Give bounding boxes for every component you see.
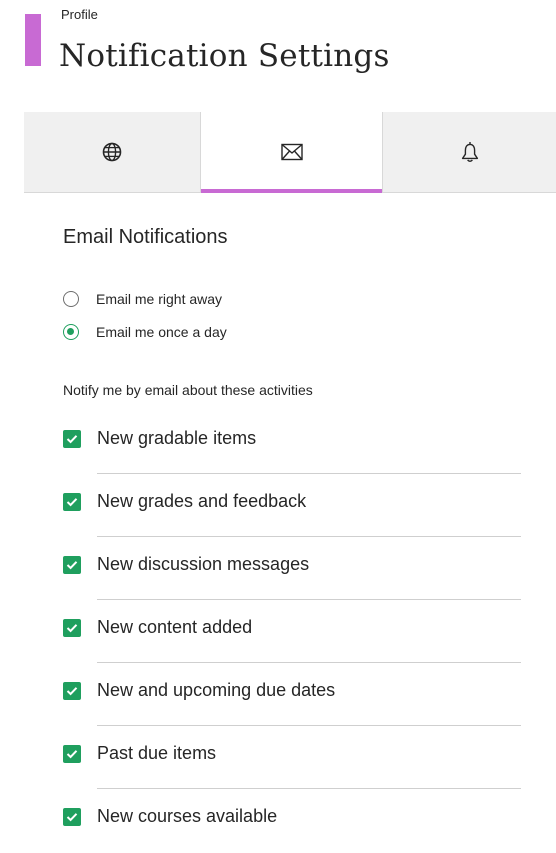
activity-item[interactable]: New and upcoming due dates bbox=[63, 664, 533, 727]
checkmark-icon bbox=[66, 812, 78, 821]
divider bbox=[97, 473, 521, 474]
tab-push-notifications[interactable] bbox=[383, 112, 556, 192]
divider bbox=[97, 662, 521, 663]
divider bbox=[97, 725, 521, 726]
active-tab-indicator bbox=[201, 189, 382, 193]
tab-email[interactable] bbox=[201, 112, 383, 193]
activity-label: New gradable items bbox=[97, 428, 257, 448]
radio-label: Email me right away bbox=[96, 291, 223, 307]
divider bbox=[97, 599, 521, 600]
radio-button-selected[interactable] bbox=[63, 324, 79, 340]
activity-label: New grades and feedback bbox=[97, 491, 307, 511]
activity-item[interactable]: New grades and feedback bbox=[63, 475, 533, 538]
checkmark-icon bbox=[66, 749, 78, 758]
envelope-icon bbox=[280, 143, 303, 161]
activity-item[interactable]: New discussion messages bbox=[63, 538, 533, 601]
page-title: Notification Settings bbox=[59, 38, 390, 74]
bell-icon bbox=[461, 141, 479, 163]
section-title: Email Notifications bbox=[63, 226, 228, 248]
activities-heading: Notify me by email about these activitie… bbox=[63, 382, 313, 398]
radio-email-right-away[interactable]: Email me right away bbox=[63, 291, 222, 307]
checkbox-checked[interactable] bbox=[63, 429, 81, 448]
activity-label: Past due items bbox=[97, 743, 217, 763]
checkbox-checked[interactable] bbox=[63, 618, 81, 637]
activity-item[interactable]: Past due items bbox=[63, 727, 533, 790]
checkbox-checked[interactable] bbox=[63, 744, 81, 763]
page-header: Profile Notification Settings bbox=[0, 0, 556, 100]
tab-general[interactable] bbox=[24, 112, 201, 192]
activity-label: New and upcoming due dates bbox=[97, 680, 336, 700]
activity-label: New content added bbox=[97, 617, 253, 637]
title-accent-bar bbox=[25, 14, 41, 66]
checkmark-icon bbox=[66, 560, 78, 569]
checkmark-icon bbox=[66, 434, 78, 443]
email-notifications-section: Email Notifications Email me right away … bbox=[63, 226, 533, 826]
checkmark-icon bbox=[66, 623, 78, 632]
checkmark-icon bbox=[66, 686, 78, 695]
activity-item[interactable]: New content added bbox=[63, 601, 533, 664]
checkbox-checked[interactable] bbox=[63, 807, 81, 826]
notification-tabs bbox=[24, 112, 556, 193]
radio-email-once-a-day[interactable]: Email me once a day bbox=[63, 324, 227, 340]
activity-list: New gradable items New grades and feedba… bbox=[63, 412, 533, 853]
activity-item[interactable]: New gradable items bbox=[63, 412, 533, 475]
radio-button[interactable] bbox=[63, 291, 79, 307]
divider bbox=[97, 536, 521, 537]
radio-label: Email me once a day bbox=[96, 324, 227, 340]
checkbox-checked[interactable] bbox=[63, 681, 81, 700]
activity-label: New discussion messages bbox=[97, 554, 310, 574]
activity-item[interactable]: New courses available bbox=[63, 790, 533, 853]
checkmark-icon bbox=[66, 497, 78, 506]
divider bbox=[97, 788, 521, 789]
activity-label: New courses available bbox=[97, 806, 278, 826]
globe-icon bbox=[102, 142, 122, 162]
breadcrumb[interactable]: Profile bbox=[61, 7, 98, 22]
checkbox-checked[interactable] bbox=[63, 555, 81, 574]
checkbox-checked[interactable] bbox=[63, 492, 81, 511]
